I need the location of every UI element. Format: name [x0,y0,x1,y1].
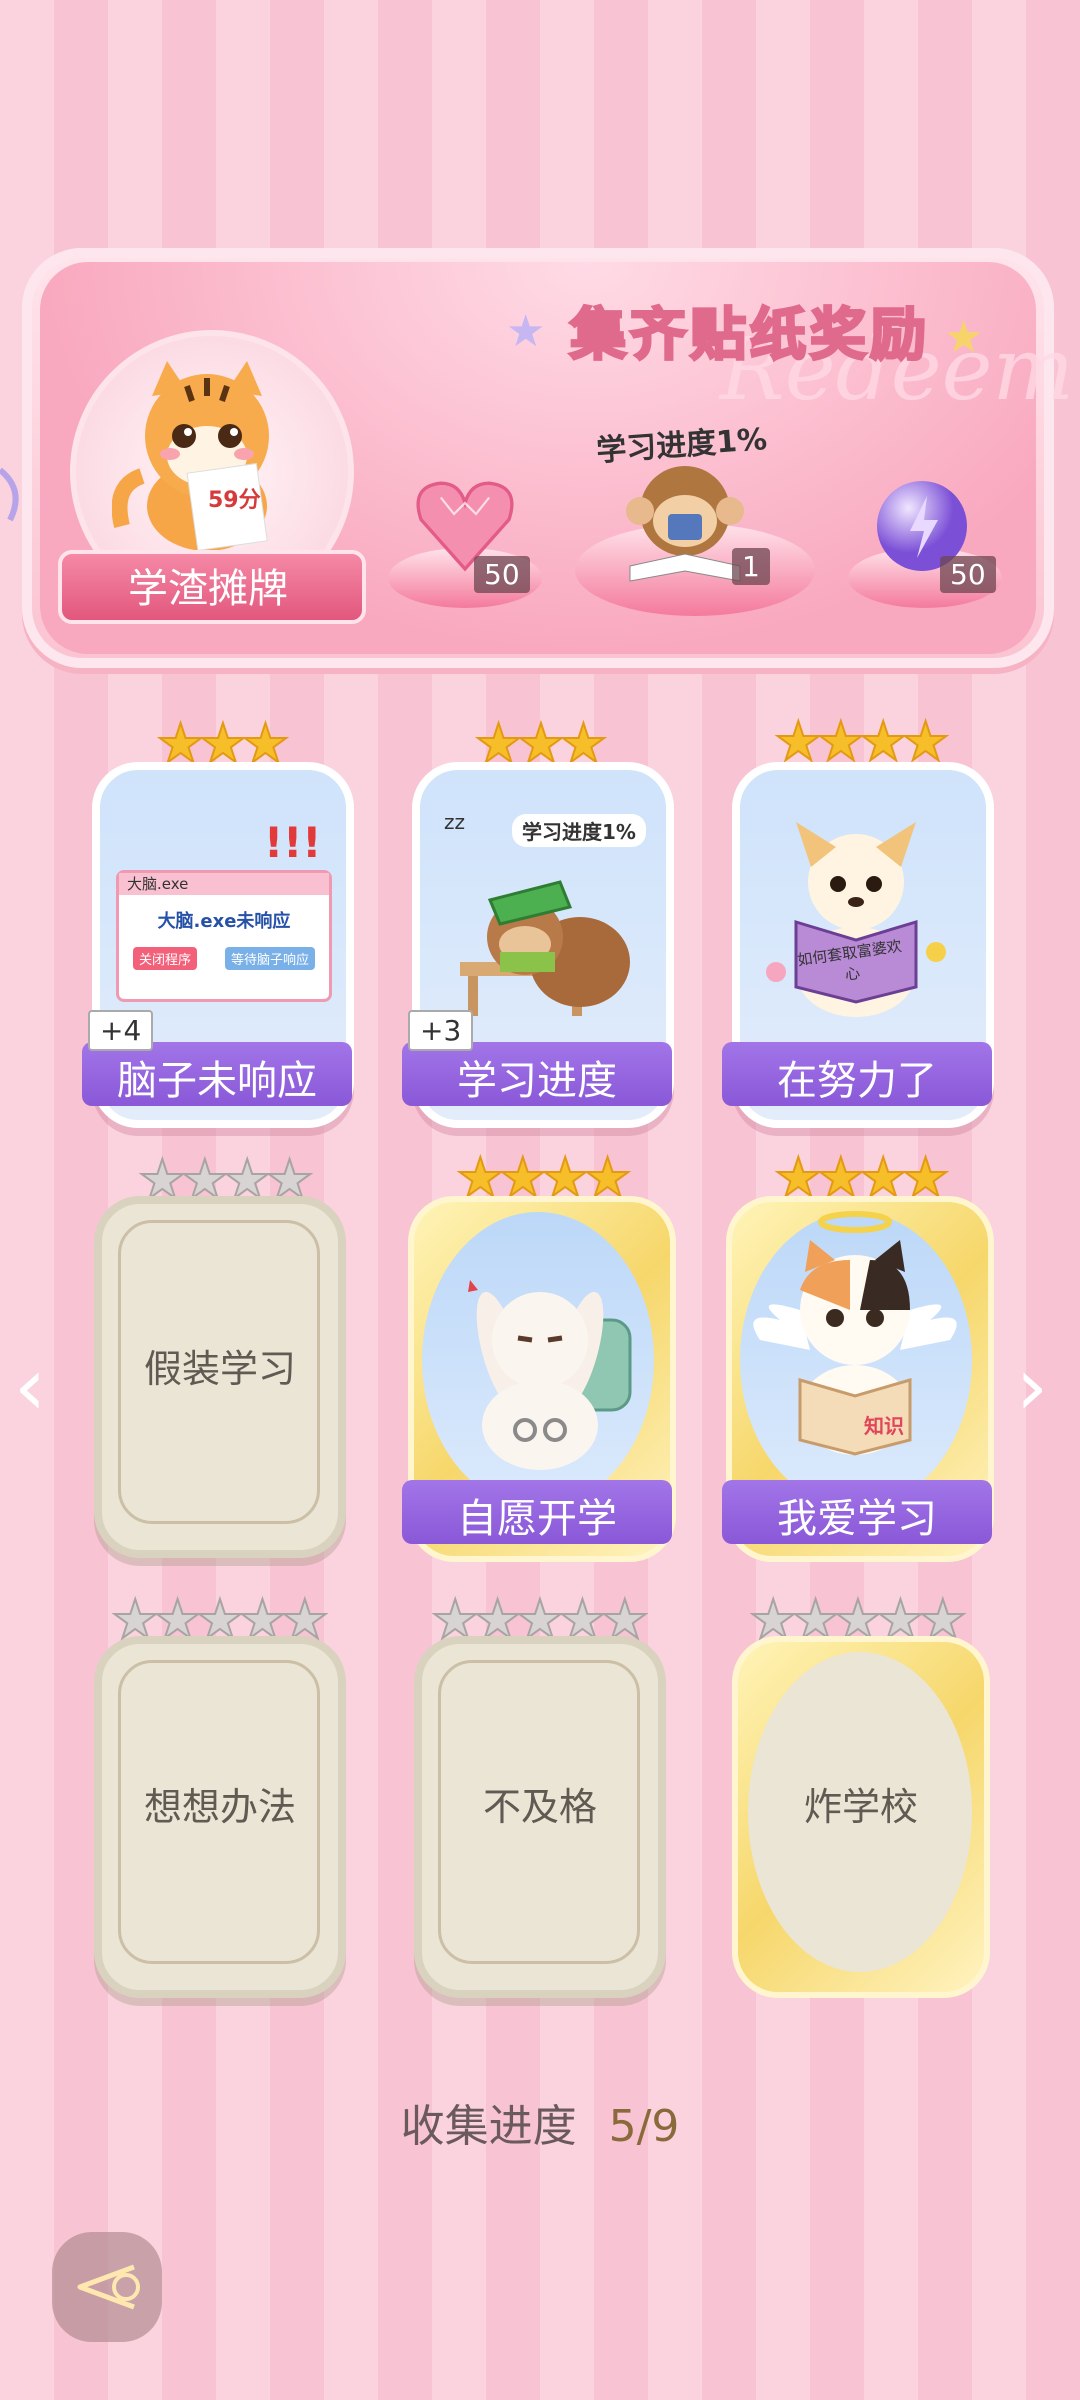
bunny-backpack-icon [440,1260,640,1480]
duplicate-count-badge: +4 [88,1010,154,1051]
card-name: 在努力了 [777,1058,937,1104]
card-name: 炸学校 [803,1785,918,1829]
reward-count: 1 [732,548,770,585]
sleeping-sloth-icon [430,852,640,1032]
card-name: 想想办法 [143,1785,296,1829]
alert-marks-icon: !!! [264,818,322,867]
window-message: 大脑.exe未响应 [157,911,291,932]
wait-brain-button: 等待脑子响应 [224,947,315,970]
back-arrow-icon [77,2264,140,2310]
card-name: 不及格 [482,1785,597,1829]
collection-progress-value: 5/9 [608,2101,680,2152]
reward-count: 50 [940,556,996,593]
card-name: 学习进度 [457,1058,617,1104]
brain-window-art: 大脑.exe 大脑.exe未响应 关闭程序 等待脑子响应 [116,870,332,1002]
side-ribbon-icon [0,440,40,540]
collection-progress: 收集进度 5/9 [0,2090,1080,2154]
card-name: 脑子未响应 [117,1058,317,1104]
study-progress-caption: 学习进度1% [512,814,646,847]
tiger-avatar-icon [111,356,302,556]
back-button[interactable] [52,2232,162,2342]
avatar-label: 学渣摊牌 [128,566,288,612]
next-page-arrow[interactable]: › [1016,1340,1048,1433]
window-title: 大脑.exe [119,873,329,895]
puppy-reading-icon [756,812,956,1022]
score-sign: 59分 [208,488,261,513]
reward-title: 集齐贴纸奖励 [569,302,930,370]
close-program-button: 关闭程序 [132,947,197,970]
card-name: 我爱学习 [777,1496,937,1542]
duplicate-count-badge: +3 [408,1010,474,1051]
book-title: 知识 [864,1414,904,1438]
card-name: 自愿开学 [457,1496,617,1542]
angel-cat-icon [740,1200,970,1480]
collection-progress-label: 收集进度 [400,2101,577,2152]
previous-page-arrow[interactable]: ‹ [14,1340,46,1433]
card-name: 假装学习 [143,1347,296,1391]
sleep-zz-icon: zz [444,810,465,834]
reward-count: 50 [474,556,530,593]
